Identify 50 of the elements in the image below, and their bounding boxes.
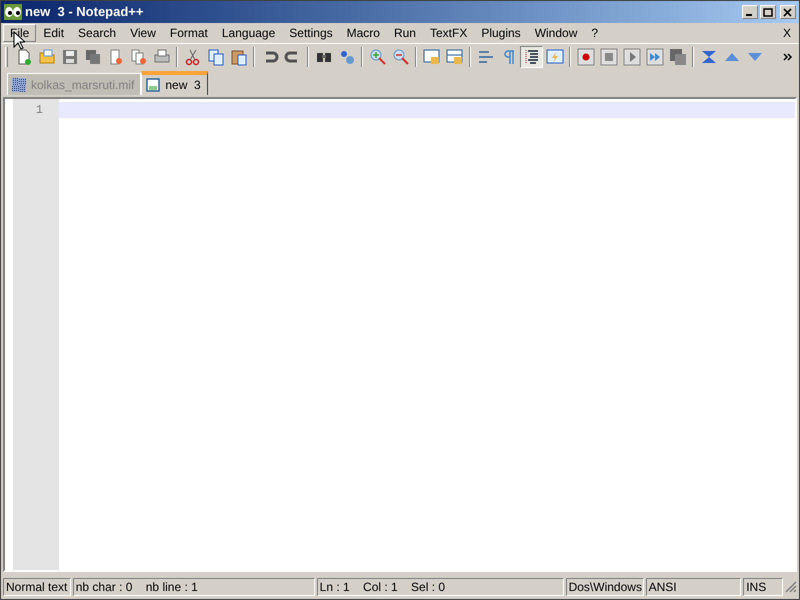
status-field: Dos\Windows [566, 578, 644, 596]
menu-item[interactable]: Plugins [474, 24, 528, 42]
menu-item[interactable]: Edit [36, 24, 72, 42]
status-field: nb char : 0 nb line : 1 [72, 578, 315, 596]
menu-item[interactable]: Format [162, 24, 215, 42]
menu-item[interactable]: Search [71, 24, 124, 42]
zoomout-icon [392, 48, 410, 66]
menu-item[interactable]: Settings [282, 24, 340, 42]
document-tab[interactable]: new 3 [141, 71, 208, 95]
saveall-icon [84, 48, 102, 66]
menu-item[interactable]: Macro [340, 24, 387, 42]
indent-icon [522, 48, 540, 66]
paste-icon [230, 48, 248, 66]
line-number: 1 [34, 102, 44, 118]
menu-item[interactable]: ? [584, 24, 606, 42]
maximize-button[interactable] [760, 5, 776, 19]
lockv-icon [422, 48, 440, 66]
minimize-button[interactable] [742, 5, 758, 19]
menu-item[interactable]: TextFX [422, 24, 474, 42]
zoomin-icon [368, 48, 386, 66]
close-button[interactable] [780, 5, 796, 19]
status-field: Normal text [3, 578, 71, 596]
status-field: Ln : 1 Col : 1 Sel : 0 [316, 578, 564, 596]
minimize-icon [746, 14, 752, 16]
playmulti-icon [646, 48, 664, 66]
chevron-icon[interactable] [783, 52, 793, 60]
menu-item[interactable]: View [123, 24, 163, 42]
close-document-button[interactable]: X [780, 24, 793, 42]
app-logo-icon [4, 4, 22, 20]
resize-grip-icon [785, 581, 797, 593]
menu-item[interactable]: Window [528, 24, 584, 42]
file-icon [12, 78, 26, 92]
print-icon [152, 48, 170, 66]
close-icon [783, 8, 793, 16]
cut-icon [184, 48, 202, 66]
status-field: ANSI [646, 578, 742, 596]
menu-item[interactable]: Language [214, 24, 282, 42]
menu-item[interactable]: Run [386, 24, 423, 42]
status-field: INS [743, 578, 784, 596]
closeall-icon [130, 48, 148, 66]
maximize-icon [763, 8, 773, 16]
copy-icon [206, 48, 224, 66]
record-icon [576, 48, 594, 66]
window-title: new 3 - Notepad++ [25, 3, 144, 22]
stop-icon [600, 48, 618, 66]
open-icon [38, 48, 56, 66]
save-icon [60, 48, 78, 66]
lockh-icon [446, 48, 464, 66]
play-icon [622, 48, 640, 66]
lang-icon [546, 48, 564, 66]
